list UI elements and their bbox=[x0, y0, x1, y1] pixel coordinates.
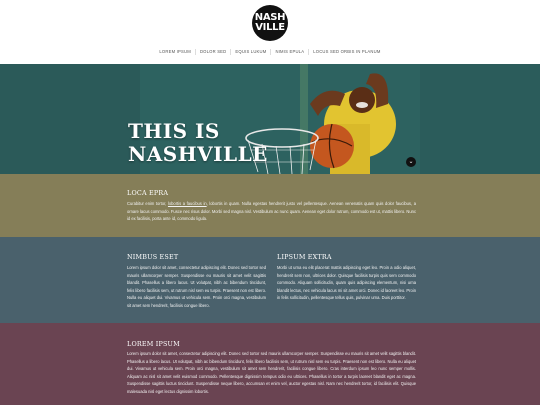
section-loca-epra: LOCA EPRA Curabitur enim tortor, loborti… bbox=[0, 174, 540, 237]
hero-title: THIS IS NASHVILLE bbox=[128, 120, 268, 166]
section-text-part: Curabitur enim tortor, bbox=[127, 201, 168, 206]
column-heading-nimbus-eset: NIMBUS ESET bbox=[127, 253, 179, 261]
column-text-nimbus-eset: Lorem ipsum dolor sit amet, consectetur … bbox=[127, 265, 266, 308]
site-header: NASH VILLE LOREM IPSUM DOLOR SED EQUIS LUK… bbox=[0, 0, 540, 64]
section-two-columns: NIMBUS ESET Lorem ipsum dolor sit amet, … bbox=[0, 237, 540, 323]
section-heading: LOREM IPSUM bbox=[127, 340, 180, 348]
section-lorem-ipsum: LOREM IPSUM Lorem ipsum dolor sit amet, … bbox=[0, 323, 540, 405]
nav-item-dolor-sed[interactable]: DOLOR SED bbox=[194, 49, 230, 55]
section-heading: LOCA EPRA bbox=[127, 189, 169, 197]
hero-title-line-2: NASHVILLE bbox=[128, 142, 268, 166]
nav-item-equis-lukum[interactable]: EQUIS LUKUM bbox=[230, 49, 270, 55]
chevron-down-icon: ⌄ bbox=[408, 158, 414, 165]
section-text: Curabitur enim tortor, lobortis a faucib… bbox=[127, 200, 416, 223]
nashville-logo[interactable]: NASH VILLE bbox=[252, 5, 288, 41]
nav-item-lorem-ipsum[interactable]: LOREM IPSUM bbox=[155, 49, 195, 55]
hero-photo bbox=[0, 64, 540, 174]
column-heading-lipsum-extra: LIPSUM EXTRA bbox=[277, 253, 332, 261]
hero-banner: THIS IS NASHVILLE ⌄ bbox=[0, 64, 540, 174]
scroll-down-button[interactable]: ⌄ bbox=[406, 157, 416, 167]
column-text-lipsum-extra: Morbi ut urna eu elit placerat mattis ad… bbox=[277, 265, 416, 301]
nav-item-nimis-epula[interactable]: NIMIS EPULA bbox=[270, 49, 308, 55]
main-nav: LOREM IPSUM DOLOR SED EQUIS LUKUM NIMIS EPU… bbox=[0, 49, 540, 55]
faucibus-link[interactable]: lobortis a faucibus in bbox=[168, 201, 207, 206]
section-text: Lorem ipsum dolor sit amet, consectetur … bbox=[127, 351, 416, 394]
nav-item-locus-sed[interactable]: LOCUS SED ORBIS IN PLANUM bbox=[308, 49, 384, 55]
hero-title-line-1: THIS IS bbox=[128, 119, 220, 143]
logo-line-2: VILLE bbox=[255, 22, 285, 33]
